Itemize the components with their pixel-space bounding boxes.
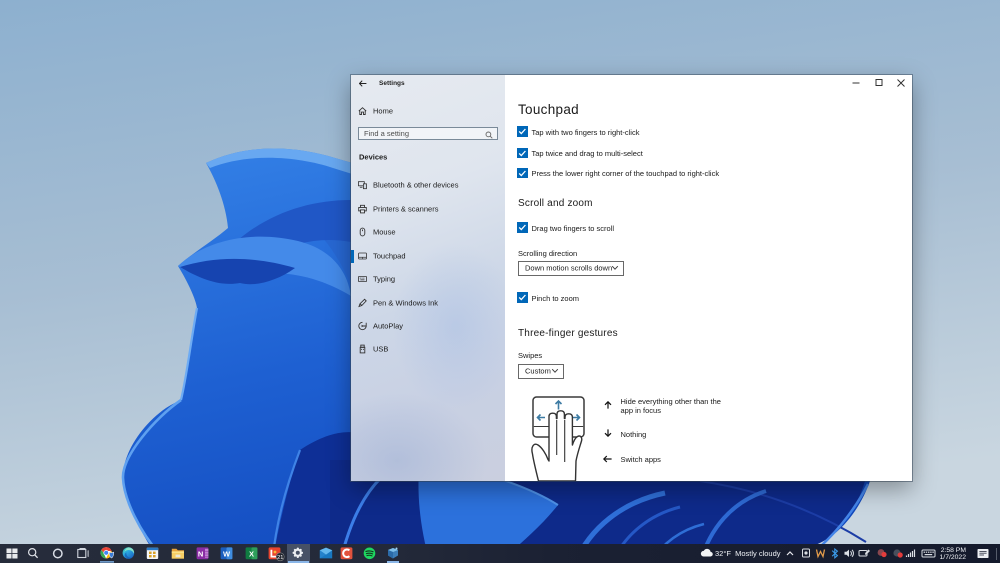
svg-text:N: N <box>198 549 203 558</box>
svg-text:W: W <box>223 549 231 558</box>
svg-text:X: X <box>249 549 254 558</box>
svg-text:21: 21 <box>277 555 283 561</box>
